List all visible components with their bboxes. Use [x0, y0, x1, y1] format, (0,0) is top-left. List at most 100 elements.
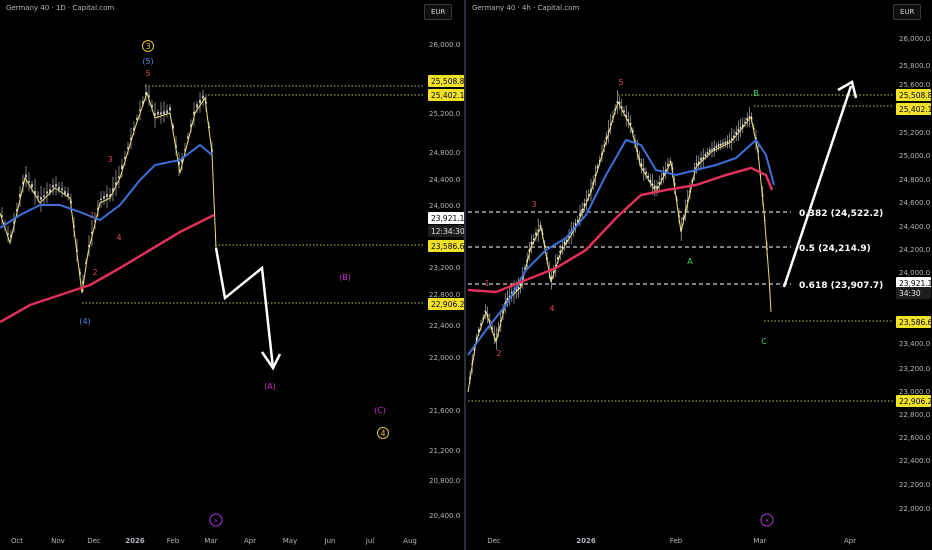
right-price-badge: 25,402.1 [899, 105, 932, 114]
right-candle-body [722, 142, 724, 145]
left-candle-body [61, 188, 63, 191]
left-candle-body [202, 95, 204, 99]
right-event-icon-glyph: ⚡ [765, 517, 770, 525]
right-y-tick: 22,800.0 [899, 411, 930, 419]
right-y-tick: 24,400.0 [899, 223, 930, 231]
right-y-tick: 25,200.0 [899, 129, 930, 137]
left-x-tick: Nov [51, 537, 65, 545]
right-candle-body [717, 144, 720, 147]
right-y-tick: 25,800.0 [899, 62, 930, 70]
left-candle-body [25, 174, 27, 178]
right-y-tick: 23,200.0 [899, 365, 930, 373]
right-x-tick: Mar [753, 537, 766, 545]
left-y-tick: 24,400.0 [429, 176, 460, 184]
right-wave-label: 1 [484, 279, 489, 288]
left-wave-label: (4) [79, 317, 90, 326]
right-candle-body [737, 129, 740, 132]
right-candle-body [735, 131, 737, 135]
right-wave-label: 2 [496, 349, 501, 358]
left-y-tick: 21,600.0 [429, 407, 460, 415]
right-candle-body [700, 157, 702, 161]
left-y-tick: 20,400.0 [429, 512, 460, 520]
left-y-tick: 24,800.0 [429, 149, 460, 157]
left-price-badge: 23,586.6 [431, 242, 464, 251]
left-candle-body [169, 107, 171, 111]
left-price-badge: 22,906.2 [431, 300, 464, 309]
left-event-icon-glyph: ⚡ [214, 517, 219, 525]
right-x-tick: Dec [487, 537, 501, 545]
left-price-chart[interactable]: 26,000.0 25,200.0 24,800.0 24,400.0 24,000.0… [0, 0, 464, 550]
left-x-tick: Mar [204, 537, 217, 545]
right-x-tick: Apr [844, 537, 856, 545]
right-y-tick: 24,000.0 [899, 269, 930, 277]
left-slow-ma [0, 213, 215, 324]
left-candle-body [40, 197, 42, 200]
left-y-tick: 21,200.0 [429, 447, 460, 455]
left-candle-body [103, 196, 105, 199]
right-wave-label: 5 [618, 78, 623, 87]
left-x-tick: Oct [11, 537, 23, 545]
left-price-badge: 12:34:30 [431, 227, 464, 236]
right-y-tick: 22,400.0 [899, 457, 930, 465]
right-projection-path [782, 85, 853, 288]
right-price-badge: 22,906.2 [899, 397, 932, 406]
right-candle-body [728, 140, 731, 142]
right-y-tick: 22,000.0 [899, 505, 930, 513]
right-price-badge: 23,586.6 [899, 318, 932, 327]
left-price-badge: 25,508.8 [431, 77, 464, 86]
right-chart-panel[interactable]: Germany 40 · 4h · Capital.com EUR 26,000… [466, 0, 932, 550]
right-fib-label: 0.5 (24,214.9) [799, 244, 871, 254]
right-slow-ma [467, 166, 774, 294]
left-candle-body [196, 104, 198, 108]
right-price-chart[interactable]: 26,000.0 25,800.0 25,600.0 25,200.0 25,000.0… [466, 0, 932, 550]
left-price-badge: 23,921.1 [431, 214, 464, 223]
right-price-badge: 34:30 [899, 289, 921, 298]
left-candle-body [67, 193, 69, 196]
right-y-tick: 26,000.0 [899, 35, 930, 43]
right-wave-label: A [687, 257, 693, 266]
left-candle-body [163, 111, 165, 115]
left-candle-body [46, 191, 48, 194]
right-candle-body [715, 146, 718, 148]
right-candle-body [706, 152, 709, 154]
left-wave-label: (5) [142, 57, 153, 66]
right-y-tick: 24,200.0 [899, 246, 930, 254]
right-x-tick: Feb [670, 537, 683, 545]
right-y-tick: 23,400.0 [899, 340, 930, 348]
left-wave-label: 5 [145, 69, 150, 78]
right-wave-label: 4 [549, 304, 554, 313]
left-candle-body [55, 184, 57, 187]
right-price-badge: 25,508.8 [899, 91, 932, 100]
left-chart-panel[interactable]: Germany 40 · 1D · Capital.com EUR 26,000… [0, 0, 464, 550]
right-candle-body [704, 153, 707, 157]
right-y-tick: 24,800.0 [899, 176, 930, 184]
left-wave-label: 2 [92, 268, 97, 277]
left-candle-body [106, 194, 108, 198]
left-x-tick: Apr [244, 537, 256, 545]
left-candle-body [28, 181, 30, 183]
left-y-tick: 26,000.0 [429, 41, 460, 49]
left-wave-label: 3 [107, 155, 112, 164]
right-y-tick: 22,200.0 [899, 481, 930, 489]
left-wave-label: (B) [339, 273, 351, 282]
right-candle-body [711, 148, 713, 151]
right-candle-body [720, 143, 722, 146]
left-x-tick: Feb [167, 537, 180, 545]
left-y-tick: 25,200.0 [429, 110, 460, 118]
right-y-tick: 23,000.0 [899, 388, 930, 396]
left-projection-path [214, 247, 275, 369]
left-candle-body [43, 195, 45, 197]
right-wave-label: C [761, 337, 767, 346]
left-x-tick: Dec [87, 537, 101, 545]
left-x-tick: 2026 [125, 537, 145, 545]
left-x-tick: May [283, 537, 297, 545]
right-candle-body [744, 121, 746, 124]
left-wave-label: 1 [89, 211, 94, 220]
left-wave-label: 3 [145, 42, 150, 51]
right-fib-label: 0.618 (23,907.7) [799, 281, 883, 291]
right-price-badge: 23,921.1 [899, 279, 932, 288]
left-candle-body [160, 112, 162, 115]
right-fib-label: 0.382 (24,522.2) [799, 209, 883, 219]
right-candle-body [746, 118, 748, 121]
left-candle-body [37, 195, 39, 198]
